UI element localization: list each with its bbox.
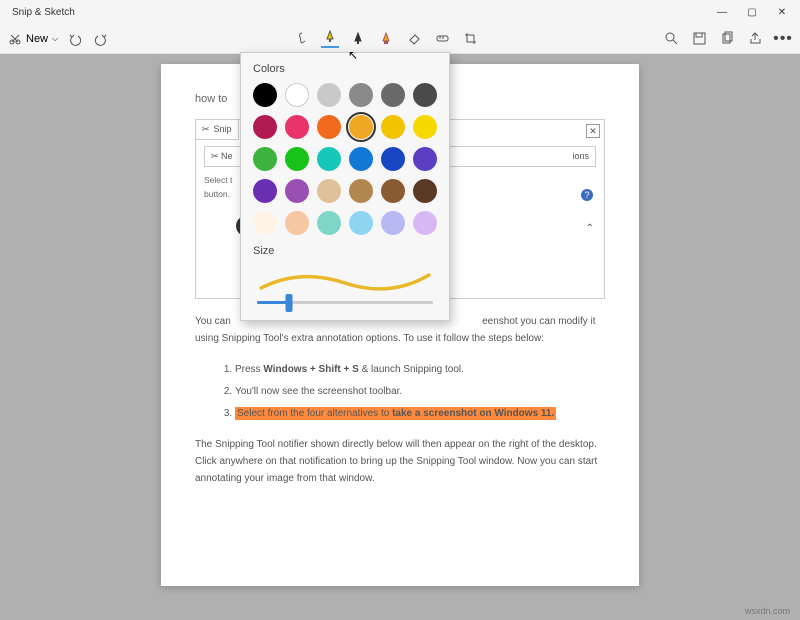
color-swatch[interactable]	[349, 211, 373, 235]
color-swatch[interactable]	[349, 179, 373, 203]
pencil-button[interactable]	[349, 30, 367, 48]
help-icon[interactable]: ?	[580, 188, 594, 202]
color-swatch[interactable]	[381, 147, 405, 171]
svg-text:?: ?	[584, 190, 589, 200]
titlebar: Snip & Sketch — ▢ ✕	[0, 0, 800, 24]
eraser-icon	[407, 31, 422, 46]
color-swatch[interactable]	[317, 115, 341, 139]
slider-fill	[257, 301, 289, 304]
ballpoint-pen-button[interactable]	[321, 30, 339, 48]
zoom-icon	[664, 31, 679, 46]
watermark: wsxdn.com	[745, 606, 790, 616]
chevron-up-icon[interactable]: ⌃	[586, 220, 594, 237]
color-swatch[interactable]	[381, 115, 405, 139]
color-swatches-grid	[253, 83, 437, 235]
undo-icon	[68, 32, 82, 46]
copy-icon	[720, 31, 735, 46]
zoom-button[interactable]	[662, 30, 680, 48]
redo-icon	[94, 32, 108, 46]
stroke-preview	[253, 261, 437, 299]
more-button[interactable]: •••	[774, 30, 792, 48]
color-swatch[interactable]	[413, 83, 437, 107]
color-swatch[interactable]	[253, 147, 277, 171]
ruler-button[interactable]	[433, 30, 451, 48]
color-swatch[interactable]	[285, 211, 309, 235]
save-icon	[692, 31, 707, 46]
color-swatch[interactable]	[349, 147, 373, 171]
share-button[interactable]	[746, 30, 764, 48]
color-swatch[interactable]	[349, 115, 373, 139]
copy-button[interactable]	[718, 30, 736, 48]
color-swatch[interactable]	[381, 83, 405, 107]
pen-icon	[323, 29, 338, 44]
pencil-icon	[351, 31, 366, 46]
color-swatch[interactable]	[285, 179, 309, 203]
new-button[interactable]: New ⌵	[8, 32, 58, 46]
color-swatch[interactable]	[349, 83, 373, 107]
color-picker-popup: Colors Size	[240, 52, 450, 321]
size-label: Size	[253, 245, 437, 257]
color-swatch[interactable]	[253, 83, 277, 107]
color-swatch[interactable]	[253, 179, 277, 203]
touch-writing-icon	[295, 31, 310, 46]
highlighted-text: Select from the four alternatives to tak…	[235, 407, 556, 420]
color-swatch[interactable]	[381, 211, 405, 235]
color-swatch[interactable]	[381, 179, 405, 203]
ruler-icon	[435, 31, 450, 46]
app-title: Snip & Sketch	[12, 7, 75, 18]
colors-label: Colors	[253, 63, 437, 75]
color-swatch[interactable]	[317, 179, 341, 203]
share-icon	[748, 31, 763, 46]
chevron-down-icon: ⌵	[52, 34, 58, 44]
color-swatch[interactable]	[285, 147, 309, 171]
list-item: Press Windows + Shift + S & launch Snipp…	[235, 361, 605, 378]
touch-writing-button[interactable]	[293, 30, 311, 48]
undo-button[interactable]	[66, 30, 84, 48]
redo-button[interactable]	[92, 30, 110, 48]
paragraph-2: The Snipping Tool notifier shown directl…	[195, 436, 605, 487]
scissors-icon	[8, 32, 22, 46]
list-item: You'll now see the screenshot toolbar.	[235, 383, 605, 400]
slider-thumb[interactable]	[285, 294, 292, 312]
highlighter-icon	[379, 31, 394, 46]
toolbar: New ⌵ •••	[0, 24, 800, 54]
embed-close-button[interactable]: ✕	[586, 124, 600, 138]
highlighter-button[interactable]	[377, 30, 395, 48]
maximize-button[interactable]: ▢	[738, 1, 766, 23]
color-swatch[interactable]	[285, 83, 309, 107]
close-button[interactable]: ✕	[768, 1, 796, 23]
size-slider[interactable]	[253, 299, 437, 306]
list-item: Select from the four alternatives to tak…	[235, 405, 605, 422]
color-swatch[interactable]	[317, 147, 341, 171]
embed-tab-1[interactable]: ✂ Snip	[195, 119, 239, 140]
color-swatch[interactable]	[413, 147, 437, 171]
color-swatch[interactable]	[413, 115, 437, 139]
color-swatch[interactable]	[413, 211, 437, 235]
more-icon: •••	[773, 30, 793, 48]
save-button[interactable]	[690, 30, 708, 48]
color-swatch[interactable]	[317, 83, 341, 107]
slider-track[interactable]	[257, 301, 433, 304]
minimize-button[interactable]: —	[708, 1, 736, 23]
eraser-button[interactable]	[405, 30, 423, 48]
color-swatch[interactable]	[253, 211, 277, 235]
crop-icon	[463, 31, 478, 46]
color-swatch[interactable]	[285, 115, 309, 139]
steps-list: Press Windows + Shift + S & launch Snipp…	[235, 361, 605, 422]
crop-button[interactable]	[461, 30, 479, 48]
color-swatch[interactable]	[317, 211, 341, 235]
color-swatch[interactable]	[413, 179, 437, 203]
color-swatch[interactable]	[253, 115, 277, 139]
